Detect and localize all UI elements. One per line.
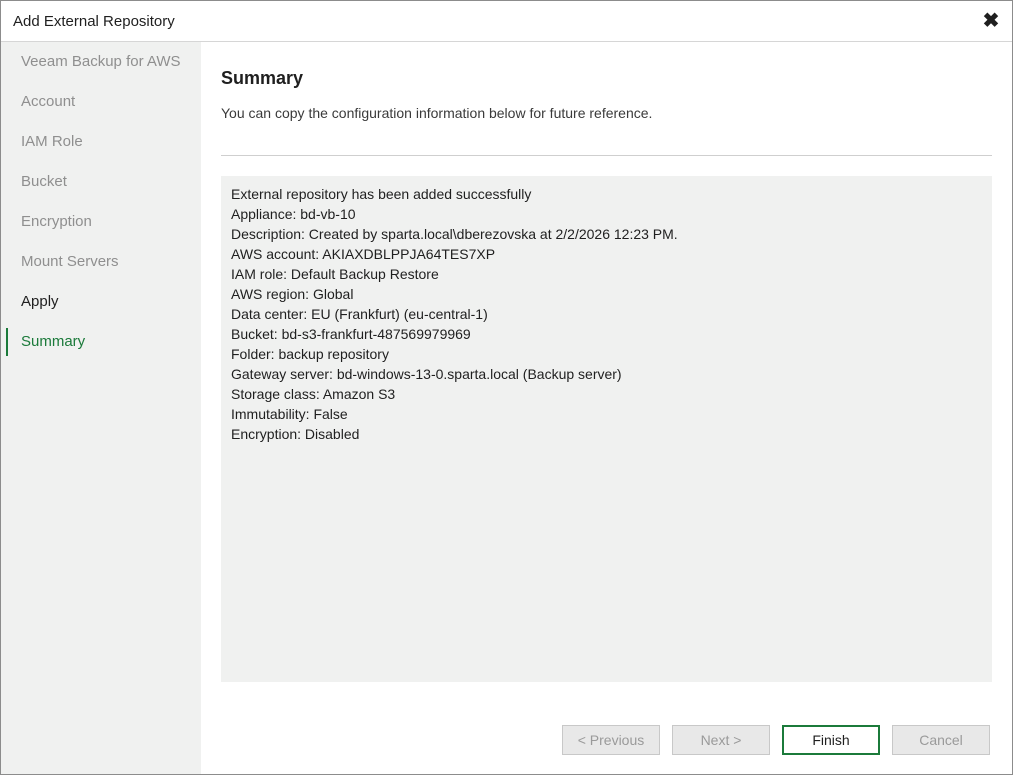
step-summary: Summary bbox=[1, 322, 201, 362]
step-encryption: Encryption bbox=[21, 213, 92, 230]
summary-line: AWS region: Global bbox=[231, 286, 354, 302]
step-iam-role: IAM Role bbox=[21, 133, 83, 150]
summary-line: External repository has been added succe… bbox=[231, 186, 532, 202]
summary-line: Appliance: bd-vb-10 bbox=[231, 206, 356, 222]
summary-line: AWS account: AKIAXDBLPPJA64TES7XP bbox=[231, 246, 496, 262]
summary-line: Data center: EU (Frankfurt) (eu-central-… bbox=[231, 306, 488, 322]
page-title: Summary bbox=[221, 68, 304, 88]
summary-line: Gateway server: bd-windows-13-0.sparta.l… bbox=[231, 366, 622, 382]
wizard-steps-sidebar: Veeam Backup for AWS Account IAM Role Bu… bbox=[1, 42, 201, 774]
close-icon[interactable]: ✖ bbox=[978, 7, 1004, 33]
step-veeam-backup-for-aws: Veeam Backup for AWS bbox=[21, 53, 181, 70]
page-subtitle: You can copy the configuration informati… bbox=[221, 105, 653, 121]
step-mount-servers: Mount Servers bbox=[21, 253, 119, 270]
step-bucket: Bucket bbox=[21, 173, 67, 190]
window-title: Add External Repository bbox=[13, 13, 175, 30]
summary-line: IAM role: Default Backup Restore bbox=[231, 266, 439, 282]
step-account: Account bbox=[21, 93, 76, 110]
summary-text-box[interactable]: External repository has been added succe… bbox=[221, 176, 992, 682]
divider bbox=[221, 155, 992, 156]
previous-button[interactable]: < Previous bbox=[562, 725, 660, 755]
next-button[interactable]: Next > bbox=[672, 725, 770, 755]
summary-line: Immutability: False bbox=[231, 406, 348, 422]
summary-line: Description: Created by sparta.local\dbe… bbox=[231, 226, 678, 242]
summary-line: Folder: backup repository bbox=[231, 346, 389, 362]
dialog-window: Add External Repository ✖ Veeam Backup f… bbox=[0, 0, 1013, 775]
main-panel: Summary You can copy the configuration i… bbox=[221, 42, 992, 774]
summary-line: Storage class: Amazon S3 bbox=[231, 386, 396, 402]
finish-button[interactable]: Finish bbox=[782, 725, 880, 755]
summary-line: Encryption: Disabled bbox=[231, 426, 360, 442]
summary-line: Bucket: bd-s3-frankfurt-487569979969 bbox=[231, 326, 471, 342]
cancel-button[interactable]: Cancel bbox=[892, 725, 990, 755]
step-apply: Apply bbox=[21, 293, 59, 310]
title-bar: Add External Repository ✖ bbox=[1, 1, 1012, 42]
